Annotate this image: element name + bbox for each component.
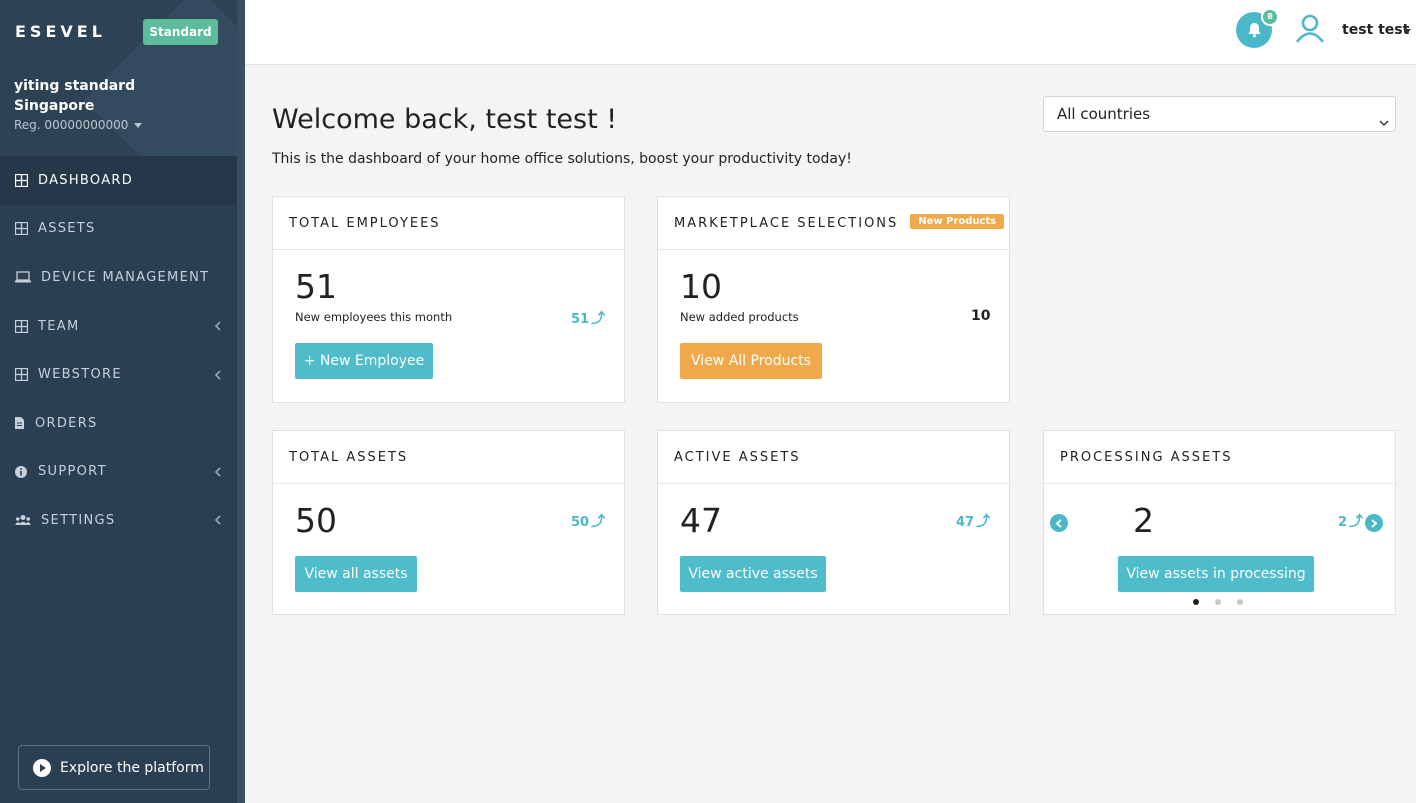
active-assets-trend-value: 47 <box>956 515 975 530</box>
employees-trend-value: 51 <box>571 312 590 327</box>
company-name: yiting standard Singapore <box>14 78 136 114</box>
employees-trend: 51 ⤴ <box>571 308 605 328</box>
grid-icon <box>14 319 28 333</box>
new-employee-button[interactable]: + New Employee <box>295 343 433 379</box>
sidebar-item-device-management[interactable]: DEVICE MANAGEMENT <box>0 253 237 302</box>
sidebar-item-settings[interactable]: SETTINGS <box>0 496 237 545</box>
page-title: Welcome back, test test ! <box>272 104 618 135</box>
processing-assets-trend: 2 ⤴ <box>1338 511 1363 531</box>
chevron-left-icon <box>214 370 221 383</box>
caret-down-icon[interactable] <box>1403 29 1411 34</box>
card-title: MARKETPLACE SELECTIONS <box>674 215 899 231</box>
view-all-products-button[interactable]: View All Products <box>680 343 822 379</box>
document-icon <box>14 416 25 430</box>
sidebar-item-assets[interactable]: ASSETS <box>0 205 237 254</box>
trend-up-icon: ⤴ <box>1349 514 1364 530</box>
trend-up-icon: ⤴ <box>976 514 991 530</box>
country-select[interactable]: All countries <box>1043 96 1396 132</box>
products-added-count: 10 <box>971 308 991 324</box>
info-icon <box>14 465 28 479</box>
carousel-dot[interactable] <box>1193 599 1199 605</box>
notification-count-badge: 8 <box>1261 8 1279 26</box>
bell-icon <box>1248 23 1260 38</box>
active-assets-card: ACTIVE ASSETS 47 47 ⤴ View active assets <box>657 430 1010 615</box>
grid-icon <box>14 222 28 236</box>
total-assets-trend: 50 ⤴ <box>571 511 605 531</box>
card-title: TOTAL EMPLOYEES <box>273 197 624 250</box>
users-icon <box>14 513 31 527</box>
chevron-left-icon <box>214 515 221 528</box>
carousel-dot[interactable] <box>1237 599 1243 605</box>
trend-up-icon: ⤴ <box>591 514 606 530</box>
grid-icon <box>14 173 28 187</box>
explore-label: Explore the platform <box>60 759 204 776</box>
country-select-value: All countries <box>1057 105 1151 123</box>
caret-down-icon <box>134 123 143 128</box>
explore-platform-button[interactable]: Explore the platform <box>18 745 210 790</box>
marketplace-selections-card: MARKETPLACE SELECTIONS New Products 10 N… <box>657 196 1010 403</box>
sidebar-item-label: DEVICE MANAGEMENT <box>41 269 210 285</box>
total-assets-card: TOTAL ASSETS 50 50 ⤴ View all assets <box>272 430 625 615</box>
sidebar-item-dashboard[interactable]: DASHBOARD <box>0 156 237 205</box>
sidebar-header: ESEVEL Standard yiting standard Singapor… <box>0 0 237 156</box>
page-subtitle: This is the dashboard of your home offic… <box>272 151 852 167</box>
plan-badge: Standard <box>143 19 218 45</box>
processing-assets-card: PROCESSING ASSETS 2 2 ⤴ View assets in pr… <box>1043 430 1396 615</box>
topbar: 8 test test <box>245 0 1416 65</box>
card-title: PROCESSING ASSETS <box>1044 431 1395 484</box>
products-count: 10 <box>680 267 722 306</box>
sidebar-item-label: ORDERS <box>35 415 98 431</box>
registration-number: Reg. 00000000000 <box>14 118 129 132</box>
chevron-down-icon <box>1379 108 1389 142</box>
total-assets-count: 50 <box>295 501 337 540</box>
trend-up-icon: ⤴ <box>591 311 606 327</box>
total-employees-card: TOTAL EMPLOYEES 51 New employees this mo… <box>272 196 625 403</box>
sidebar-nav: DASHBOARD ASSETS DEVICE MANAGEMENT TEAM <box>0 156 237 545</box>
sidebar-item-orders[interactable]: ORDERS <box>0 399 237 448</box>
card-header: MARKETPLACE SELECTIONS New Products <box>658 197 1009 250</box>
new-products-badge: New Products <box>910 213 1005 229</box>
total-assets-trend-value: 50 <box>571 515 590 530</box>
carousel-prev-icon[interactable] <box>1050 514 1068 532</box>
user-menu-name[interactable]: test test <box>1342 22 1409 38</box>
card-title: ACTIVE ASSETS <box>658 431 1009 484</box>
sidebar-item-label: SUPPORT <box>38 464 107 480</box>
processing-assets-count: 2 <box>1133 501 1154 540</box>
employees-count: 51 <box>295 267 337 306</box>
sidebar-item-support[interactable]: SUPPORT <box>0 448 237 497</box>
chevron-left-icon <box>214 321 221 334</box>
carousel-indicators <box>1193 599 1243 605</box>
view-active-assets-button[interactable]: View active assets <box>680 556 826 592</box>
sidebar-item-label: SETTINGS <box>41 512 116 528</box>
products-label: New added products <box>680 310 799 324</box>
carousel-dot[interactable] <box>1215 599 1221 605</box>
employees-label: New employees this month <box>295 310 453 324</box>
app-logo[interactable]: ESEVEL <box>15 22 106 41</box>
sidebar-item-label: TEAM <box>38 318 80 334</box>
play-icon <box>33 758 51 777</box>
sidebar-item-label: ASSETS <box>38 221 96 237</box>
sidebar-item-webstore[interactable]: WEBSTORE <box>0 350 237 399</box>
sidebar-item-label: DASHBOARD <box>38 172 134 188</box>
view-assets-processing-button[interactable]: View assets in processing <box>1118 556 1314 592</box>
card-title: TOTAL ASSETS <box>273 431 624 484</box>
sidebar: ESEVEL Standard yiting standard Singapor… <box>0 0 237 803</box>
processing-assets-trend-value: 2 <box>1338 515 1348 530</box>
grid-icon <box>14 368 28 382</box>
chevron-left-icon <box>214 467 221 480</box>
view-all-assets-button[interactable]: View all assets <box>295 556 417 592</box>
active-assets-trend: 47 ⤴ <box>956 511 990 531</box>
sidebar-item-label: WEBSTORE <box>38 367 122 383</box>
user-avatar-icon[interactable] <box>1295 13 1325 43</box>
sidebar-divider <box>237 0 245 803</box>
sidebar-item-team[interactable]: TEAM <box>0 302 237 351</box>
carousel-next-icon[interactable] <box>1365 514 1383 532</box>
registration-selector[interactable]: Reg. 00000000000 <box>14 118 143 132</box>
active-assets-count: 47 <box>680 501 722 540</box>
laptop-icon <box>14 270 31 284</box>
